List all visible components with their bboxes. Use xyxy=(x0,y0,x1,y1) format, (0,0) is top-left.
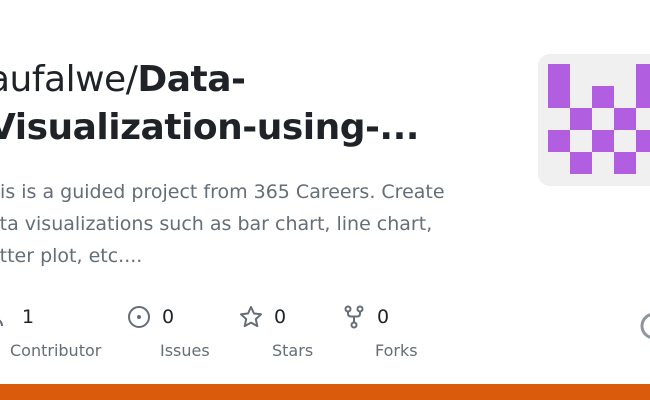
repo-title[interactable]: aufalwe/Data- Visualization-using-... xyxy=(0,56,508,152)
stat-contributors[interactable]: 1 Contributor xyxy=(0,302,101,360)
repo-description: his is a guided project from 365 Careers… xyxy=(0,176,488,272)
contributors-count: 1 xyxy=(22,306,35,328)
contributors-label: Contributor xyxy=(10,341,102,360)
repo-owner: aufalwe/ xyxy=(0,59,138,100)
repo-name-line2: Visualization-using-... xyxy=(0,107,419,148)
issues-count: 0 xyxy=(162,306,175,328)
identicon-icon xyxy=(548,64,650,174)
stars-label: Stars xyxy=(272,341,314,360)
forks-count: 0 xyxy=(377,306,390,328)
fork-icon xyxy=(341,304,367,330)
github-logo-icon xyxy=(640,312,650,340)
repo-name-line1: Data- xyxy=(137,59,246,100)
stat-issues[interactable]: 0 Issues xyxy=(126,302,210,360)
description-line3: atter plot, etc.... xyxy=(0,245,143,267)
stars-count: 0 xyxy=(274,306,287,328)
description-line2: ata visualizations such as bar chart, li… xyxy=(0,213,433,235)
owner-avatar[interactable] xyxy=(538,54,650,186)
issue-icon xyxy=(126,304,152,330)
language-bar xyxy=(0,384,650,400)
description-line1: his is a guided project from 365 Careers… xyxy=(0,181,445,203)
stat-stars[interactable]: 0 Stars xyxy=(238,302,313,360)
people-icon xyxy=(0,304,12,330)
star-icon xyxy=(238,304,264,330)
repo-stats: 1 Contributor 0 Issues 0 Stars 0 Forks xyxy=(0,302,650,362)
issues-label: Issues xyxy=(160,341,210,360)
stat-forks[interactable]: 0 Forks xyxy=(341,302,418,360)
repo-social-card: aufalwe/Data- Visualization-using-... hi… xyxy=(0,0,650,400)
forks-label: Forks xyxy=(375,341,418,360)
